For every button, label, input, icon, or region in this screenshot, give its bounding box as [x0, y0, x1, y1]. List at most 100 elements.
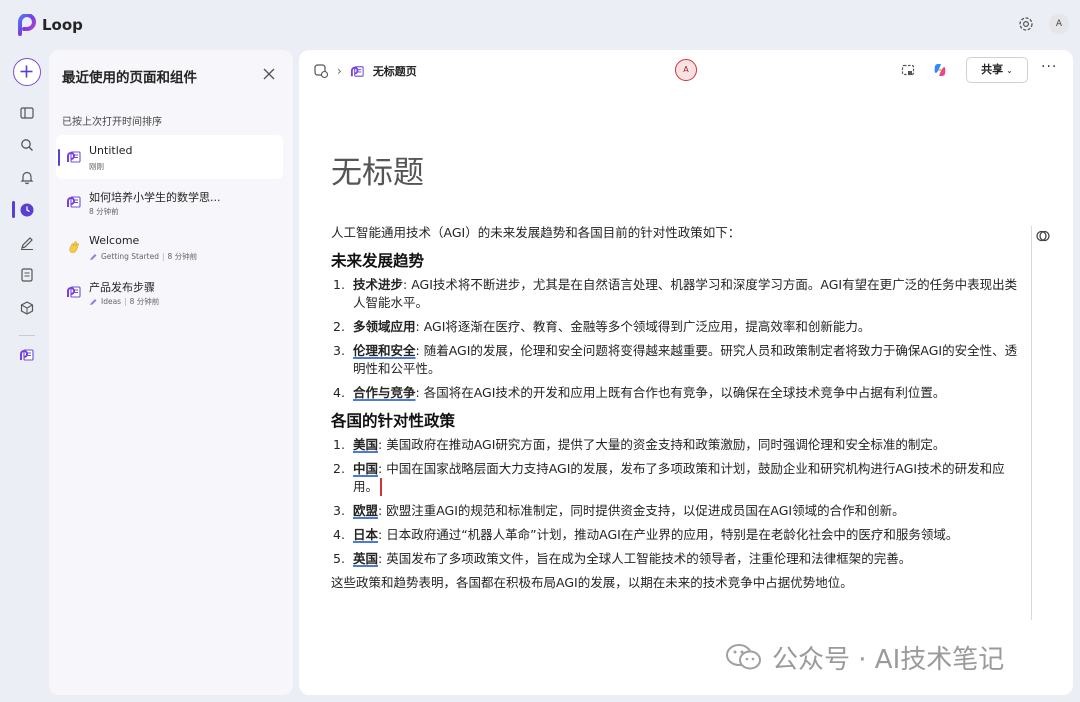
meta-separator: |	[124, 297, 127, 306]
list-number: 4.	[333, 385, 345, 400]
intro-paragraph: 人工智能通用技术（AGI）的未来发展趋势和各国目前的针对性政策如下：	[331, 225, 741, 240]
list-term: 伦理和安全	[353, 343, 416, 358]
recent-item-untitled[interactable]: Untitled 刚刚	[56, 135, 283, 179]
breadcrumb: › 无标题页	[313, 63, 417, 79]
list-item: 3. 欧盟: 欧盟注重AGI的规范和标准制定，同时提供资金支持，以促进成员国在AG…	[331, 502, 1021, 520]
notifications-bell-icon[interactable]	[19, 169, 35, 185]
watermark-text: 公众号 · AI技术笔记	[772, 644, 1005, 675]
recent-clock-icon[interactable]	[19, 202, 35, 218]
list-text: : 英国发布了多项政策文件，旨在成为全球人工智能技术的领导者，注重伦理和法律框架…	[378, 551, 912, 566]
recent-item-time: 8 分钟前	[89, 207, 119, 216]
copilot-icon[interactable]	[932, 62, 948, 78]
user-avatar[interactable]: A	[1049, 14, 1069, 34]
list-term: 欧盟	[353, 503, 379, 518]
loop-page-icon	[67, 286, 81, 298]
list-number: 3.	[333, 503, 345, 518]
settings-gear-icon[interactable]	[1016, 14, 1036, 34]
component-border-line	[1031, 226, 1032, 620]
app-name: Loop	[42, 16, 83, 34]
rail-active-indicator	[12, 201, 15, 218]
workspaces-icon[interactable]	[19, 105, 35, 121]
create-new-button[interactable]	[13, 58, 41, 86]
policies-list: 1. 美国: 美国政府在推动AGI研究方面，提供了大量的资金支持和政策激励，同时强…	[331, 436, 1021, 568]
loop-page-icon	[67, 151, 81, 163]
notes-page-icon[interactable]	[19, 267, 35, 283]
section-heading-trends: 未来发展趋势	[331, 252, 425, 270]
list-item: 5. 英国: 英国发布了多项政策文件，旨在成为全球人工智能技术的领导者，注重伦理和…	[331, 550, 1021, 568]
collaborator-cursor	[380, 478, 383, 496]
chevron-down-icon: ⌄	[1006, 66, 1013, 75]
list-item: 1. 美国: 美国政府在推动AGI研究方面，提供了大量的资金支持和政策激励，同时强…	[331, 436, 1021, 454]
recent-item-workspace: Ideas	[101, 297, 122, 306]
recent-item-meta: Getting Started | 8 分钟前	[89, 251, 197, 262]
list-item: 2. 多领域应用: AGI将逐渐在医疗、教育、金融等多个领域得到广泛应用，提高效率…	[331, 318, 1021, 336]
page-title[interactable]: 无标题	[331, 147, 424, 192]
ideas-pen-icon[interactable]	[19, 235, 35, 251]
sort-label: 已按上次打开时间排序	[62, 117, 162, 128]
list-number: 2.	[333, 461, 345, 476]
recent-item-product-launch[interactable]: 产品发布步骤 Ideas | 8 分钟前	[56, 270, 283, 314]
recent-item-math[interactable]: 如何培养小学生的数学思... 8 分钟前	[56, 180, 283, 224]
copy-component-icon[interactable]	[900, 62, 916, 78]
list-term: 美国	[353, 437, 379, 452]
meta-separator: |	[162, 252, 165, 261]
recent-item-title: 产品发布步骤	[89, 281, 155, 294]
watermark: 公众号 · AI技术笔记	[724, 640, 1005, 675]
list-term: 多领域应用	[353, 319, 416, 334]
recent-item-meta: 刚刚	[89, 161, 104, 172]
list-term: 英国	[353, 551, 379, 566]
open-page-icon[interactable]	[19, 347, 35, 363]
list-item: 2. 中国: 中国在国家战略层面大力支持AGI的发展，发布了多项政策和计划，鼓励企…	[331, 460, 1021, 496]
list-number: 3.	[333, 343, 345, 358]
section-heading-policies: 各国的针对性政策	[331, 412, 456, 430]
more-options-button[interactable]: ···	[1041, 59, 1057, 75]
workspace-home-icon[interactable]	[313, 63, 329, 79]
wechat-logo-icon	[726, 644, 761, 670]
left-rail	[0, 50, 50, 702]
components-cube-icon[interactable]	[19, 300, 35, 316]
list-item: 4. 合作与竞争: 各国将在AGI技术的开发和应用上既有合作也有竞争，以确保在全球…	[331, 384, 1021, 402]
list-term: 合作与竞争	[353, 385, 416, 400]
list-term: 中国	[353, 461, 379, 476]
loop-logo-icon	[18, 14, 36, 36]
recent-item-time: 刚刚	[89, 162, 104, 171]
search-icon[interactable]	[19, 137, 35, 153]
recent-item-title: Untitled	[89, 144, 133, 157]
list-number: 2.	[333, 319, 345, 334]
list-number: 4.	[333, 527, 345, 542]
loop-page-icon	[350, 65, 364, 77]
list-text: : 随着AGI的发展，伦理和安全问题将变得越来越重要。研究人员和政策制定者将致力…	[353, 343, 1018, 376]
active-indicator	[58, 149, 60, 166]
workspace-icon	[90, 299, 97, 305]
collaborator-avatar[interactable]: A	[675, 59, 697, 81]
list-number: 1.	[333, 437, 345, 452]
workspace-icon	[90, 254, 97, 260]
recent-panel: 最近使用的页面和组件 已按上次打开时间排序 Untitled 刚刚 如何培养小学…	[49, 50, 293, 695]
loop-component-icon[interactable]	[1035, 228, 1051, 244]
waving-hand-icon	[69, 241, 79, 253]
list-item: 1. 技术进步: AGI技术将不断进步，尤其是在自然语言处理、机器学习和深度学习方…	[331, 276, 1021, 312]
list-term: 日本	[353, 527, 379, 542]
recent-item-title: 如何培养小学生的数学思...	[89, 191, 221, 204]
recent-item-workspace: Getting Started	[101, 252, 159, 261]
close-icon[interactable]	[262, 67, 276, 81]
share-button[interactable]: 共享 ⌄	[966, 57, 1028, 83]
list-text: : 欧盟注重AGI的规范和标准制定，同时提供资金支持，以促进成员国在AGI领域的…	[378, 503, 905, 518]
document-body[interactable]: 人工智能通用技术（AGI）的未来发展趋势和各国目前的针对性政策如下： 未来发展趋…	[331, 224, 1021, 592]
plus-icon	[20, 65, 33, 78]
list-text: : 中国在国家战略层面大力支持AGI的发展，发布了多项政策和计划，鼓励企业和研究…	[353, 461, 1005, 494]
recent-item-time: 8 分钟前	[167, 252, 198, 261]
list-item: 3. 伦理和安全: 随着AGI的发展，伦理和安全问题将变得越来越重要。研究人员和政…	[331, 342, 1021, 378]
breadcrumb-page-title[interactable]: 无标题页	[373, 63, 417, 79]
document-pane: › 无标题页 A 共享 ⌄ ··· 无标题 人工智能通用技术（AGI）的未来发展趋…	[299, 50, 1073, 695]
share-label: 共享	[981, 63, 1004, 76]
list-text: : AGI将逐渐在医疗、教育、金融等多个领域得到广泛应用，提高效率和创新能力。	[415, 319, 871, 334]
chevron-right-icon: ›	[337, 64, 342, 78]
recent-item-welcome[interactable]: Welcome Getting Started | 8 分钟前	[56, 225, 283, 269]
loop-page-icon	[67, 196, 81, 208]
list-item: 4. 日本: 日本政府通过“机器人革命”计划，推动AGI在产业界的应用，特别是在老…	[331, 526, 1021, 544]
list-number: 1.	[333, 277, 345, 292]
recent-item-time: 8 分钟前	[129, 297, 160, 306]
list-term: 技术进步	[353, 277, 404, 292]
recent-item-meta: Ideas | 8 分钟前	[89, 296, 159, 307]
